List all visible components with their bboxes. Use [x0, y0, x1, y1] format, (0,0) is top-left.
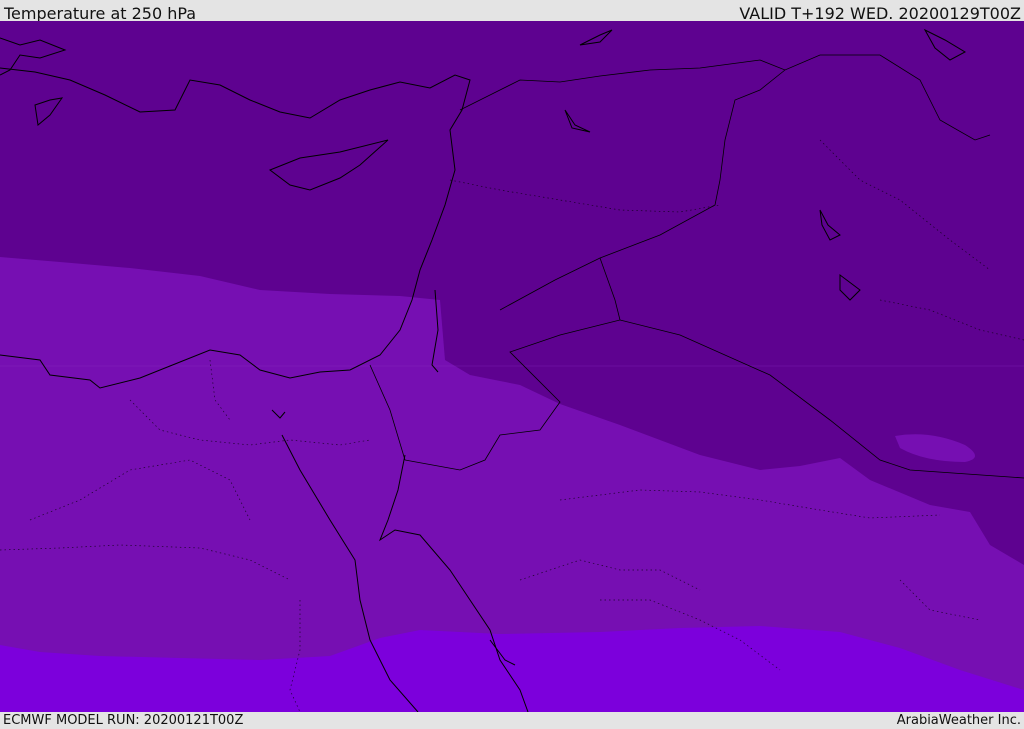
weather-map	[0, 21, 1024, 712]
credit: ArabiaWeather Inc.	[896, 713, 1021, 728]
model-run: ECMWF MODEL RUN: 20200121T00Z	[3, 713, 244, 728]
